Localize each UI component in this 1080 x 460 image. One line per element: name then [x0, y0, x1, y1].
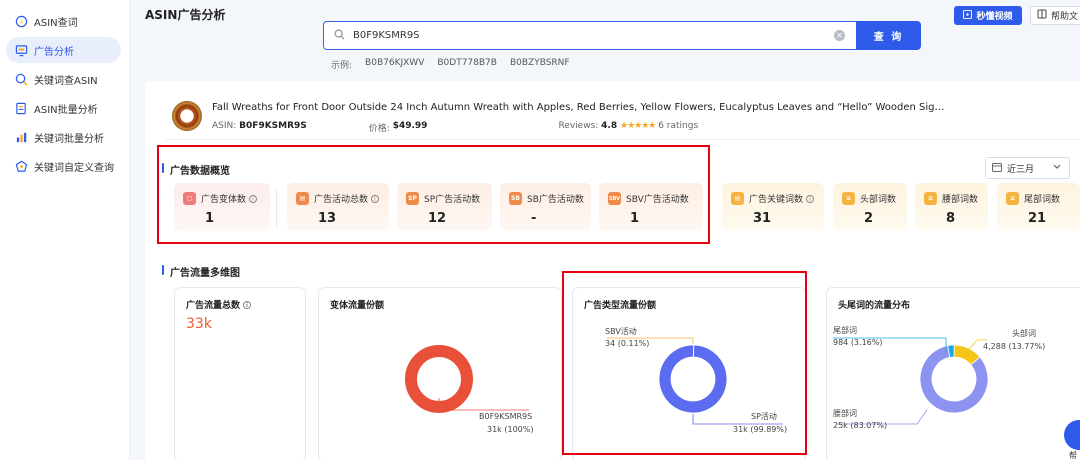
search-icon [334, 29, 345, 43]
reviews-label: Reviews: [558, 121, 599, 131]
stat-label: 广告关键词数 [749, 195, 804, 205]
product-title[interactable]: Fall Wreaths for Front Door Outside 24 I… [212, 102, 952, 113]
example-link[interactable]: B0DT778B7B [437, 58, 497, 71]
keyword-icon: ▤ [731, 192, 744, 205]
play-icon [963, 9, 973, 22]
stat-label: 腰部词数 [942, 195, 979, 205]
sidebar-item-label: 关键词查ASIN [34, 75, 98, 87]
sidebar-item-label: ASIN查词 [34, 17, 78, 29]
help-float-label: 帮助 [1069, 451, 1077, 460]
stat-label: 头部词数 [860, 195, 897, 205]
waist-segment-value: 25k (83.07%) [833, 421, 888, 430]
video-button[interactable]: 秒懂视频 [954, 6, 1022, 25]
headtail-chart [833, 337, 989, 425]
help-label: 帮助文 [1051, 12, 1079, 22]
head-segment-label: 头部词 [1012, 329, 1036, 338]
product-info: Fall Wreaths for Front Door Outside 24 I… [165, 95, 1080, 140]
stat-value: 21 [1028, 211, 1047, 226]
stat-label: 尾部词数 [1024, 195, 1061, 205]
stat-head-words: ≡ 头部词数 2 [833, 183, 907, 231]
rating-stars: ★★★★★ [620, 121, 656, 131]
clear-icon[interactable]: ✕ [834, 30, 845, 41]
traffic-total-value: 33k [186, 316, 212, 332]
date-range-value: 近三月 [1007, 164, 1035, 175]
sidebar-item-ad-analysis[interactable]: 广告分析 [6, 37, 121, 63]
search-bar: ✕ 查 询 [323, 21, 921, 50]
sidebar-item-label: 广告分析 [34, 46, 74, 58]
stat-value: 2 [864, 211, 874, 226]
rating-value: 4.8 [601, 121, 618, 131]
sidebar-item-label: 关键词自定义查询 [34, 162, 114, 174]
search-input[interactable] [353, 30, 834, 41]
highlight-box-overview [157, 145, 710, 244]
asin-search-icon: A [14, 14, 28, 28]
example-link[interactable]: B0B76KJXWV [365, 58, 424, 71]
ratings-count: 6 ratings [658, 121, 699, 131]
product-thumbnail[interactable] [172, 101, 202, 131]
headtail-donut[interactable] [919, 344, 989, 414]
stat-tail-words: ≡ 尾部词数 21 [997, 183, 1080, 231]
sidebar-item-custom-query[interactable]: 关键词自定义查询 [6, 153, 121, 179]
svg-text:A: A [19, 19, 23, 25]
info-icon[interactable]: i [806, 194, 815, 203]
panel-traffic-total: 广告流量总数 i 33k [174, 287, 306, 460]
product-meta: ASIN: B0F9KSMR9S 价格: $49.99 Reviews: 4.8… [212, 121, 698, 134]
head-segment-value: 4,288 (13.77%) [983, 342, 1046, 351]
sidebar: A ASIN查词 广告分析 关键词查ASIN ASIN批量分析 关键词批量分析 … [0, 0, 130, 460]
help-button[interactable]: 帮助文 [1030, 6, 1080, 25]
highlight-box-type-share [562, 271, 807, 455]
sidebar-item-batch-asin[interactable]: ASIN批量分析 [6, 95, 121, 121]
stat-keyword-count: ▤ 广告关键词数 i 31 [722, 183, 824, 231]
search-examples: 示例: B0B76KJXWV B0DT778B7B B0BZYBSRNF [331, 58, 570, 71]
calendar-icon [992, 162, 1002, 175]
panel-headtail: 头尾词的流量分布 尾部词 984 (3.16%) 头部词 4,288 (13.7… [826, 287, 1080, 460]
sidebar-item-batch-keyword[interactable]: 关键词批量分析 [6, 124, 121, 150]
batch-keyword-icon [14, 130, 28, 144]
variant-share-chart [405, 345, 529, 413]
waist-word-icon: ≡ [924, 192, 937, 205]
price-label: 价格: [368, 124, 390, 134]
tail-word-icon: ≡ [1006, 192, 1019, 205]
search-box: ✕ [323, 21, 856, 50]
panel-title: 广告流量总数 [186, 301, 241, 311]
asin-label: ASIN: [212, 121, 237, 131]
variant-segment-label: B0F9KSMR9S [479, 412, 533, 421]
head-word-icon: ≡ [842, 192, 855, 205]
tail-segment-value: 984 (3.16%) [833, 338, 883, 347]
custom-query-icon [14, 159, 28, 173]
stat-value: 8 [946, 211, 956, 226]
sidebar-item-keyword-lookup[interactable]: 关键词查ASIN [6, 66, 121, 92]
info-icon[interactable]: i [243, 300, 252, 309]
example-link[interactable]: B0BZYBSRNF [510, 58, 570, 71]
video-label: 秒懂视频 [976, 12, 1013, 22]
traffic-title: 广告流量多维图 [162, 264, 240, 279]
panel-variant-share: 变体流量份额 B0F9KSMR9S 31k (100%) [318, 287, 562, 460]
stat-value: 31 [753, 211, 772, 226]
chevron-down-icon [1053, 163, 1061, 173]
page-title: ASIN广告分析 [145, 8, 226, 22]
examples-label: 示例: [331, 61, 353, 71]
keyword-lookup-icon [14, 72, 28, 86]
stat-waist-words: ≡ 腰部词数 8 [915, 183, 988, 231]
waist-segment-label: 腰部词 [833, 409, 857, 418]
sidebar-item-asin-search[interactable]: A ASIN查词 [6, 8, 121, 34]
price-value: $49.99 [392, 121, 428, 131]
search-button[interactable]: 查 询 [856, 21, 921, 50]
sidebar-item-label: ASIN批量分析 [34, 104, 98, 116]
ad-analysis-icon [14, 43, 28, 57]
tail-segment-label: 尾部词 [833, 326, 857, 335]
variant-segment-value: 31k (100%) [487, 425, 534, 434]
date-range-select[interactable]: 近三月 [985, 157, 1070, 179]
sidebar-item-label: 关键词批量分析 [34, 133, 104, 145]
book-icon [1037, 9, 1047, 22]
asin-value: B0F9KSMR9S [239, 121, 307, 131]
batch-asin-icon [14, 101, 28, 115]
